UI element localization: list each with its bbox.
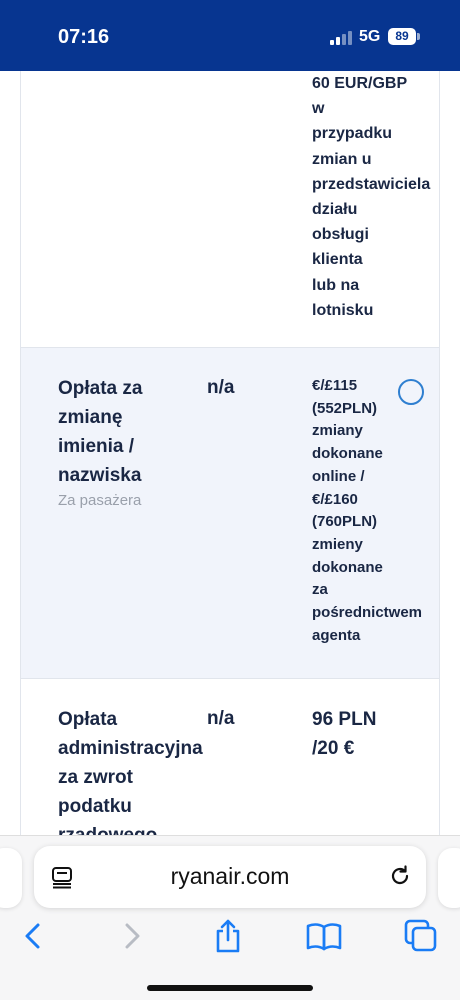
- price-line: lub na: [312, 276, 360, 294]
- fee-name-line: rządowego: [58, 821, 228, 835]
- network-type: 5G: [359, 28, 381, 45]
- price-line: przypadku: [312, 125, 393, 143]
- fee-price-cell: 60 EUR/GBP w przypadku zmian u przedstaw…: [312, 71, 447, 323]
- forward-button[interactable]: [112, 916, 152, 956]
- price-line: za: [312, 581, 328, 599]
- bookmarks-button[interactable]: [304, 916, 344, 956]
- back-icon: [25, 923, 40, 949]
- bookmarks-icon: [306, 923, 342, 951]
- price-line: zmian u: [312, 150, 372, 168]
- price-line: 96 PLN: [312, 709, 377, 730]
- home-indicator[interactable]: [147, 985, 313, 991]
- fee-name: Opłata za zmianę imienia / nazwiska: [58, 374, 208, 490]
- address-bar[interactable]: ryanair.com: [34, 846, 426, 908]
- share-icon: [216, 919, 240, 953]
- fee-name-line: Opłata: [58, 709, 118, 730]
- fee-name-line: administracyjna: [58, 738, 203, 759]
- fee-online-value: n/a: [207, 377, 235, 398]
- fee-name-line: imienia /: [58, 436, 135, 457]
- fee-row-continuation: 60 EUR/GBP w przypadku zmian u przedstaw…: [20, 71, 440, 348]
- fee-price-cell: 96 PLN /20 €: [312, 705, 447, 763]
- price-line: 60 EUR/GBP: [312, 75, 408, 92]
- fee-name-line: Opłata za: [58, 378, 143, 399]
- back-button[interactable]: [13, 916, 53, 956]
- fee-name-line: za zwrot: [58, 767, 133, 788]
- status-bar: 07:16 5G 89: [0, 0, 460, 71]
- price-line: klienta: [312, 251, 363, 269]
- status-time: 07:16: [58, 26, 110, 48]
- price-line: przedstawiciela: [312, 175, 431, 193]
- price-line: agenta: [312, 626, 361, 644]
- price-line: (760PLN): [312, 513, 378, 531]
- share-button[interactable]: [208, 916, 248, 956]
- price-line: zmieny: [312, 535, 363, 553]
- price-line: zmiany: [312, 422, 363, 440]
- fee-name-line: zmianę: [58, 407, 123, 428]
- tabs-button[interactable]: [401, 916, 441, 956]
- fee-price-cell: €/£115 (552PLN) zmiany dokonane online /…: [312, 375, 447, 647]
- reload-icon[interactable]: [388, 864, 412, 888]
- browser-toolbar: ryanair.com: [0, 835, 460, 1000]
- price-line: €/£115: [312, 377, 358, 394]
- price-line: pośrednictwem: [312, 604, 423, 622]
- battery-tip: [417, 33, 420, 40]
- fee-name-line: podatku: [58, 796, 132, 817]
- tabs-icon: [404, 919, 437, 952]
- fee-online-value: n/a: [207, 708, 235, 729]
- next-tab-preview[interactable]: [438, 848, 460, 908]
- price-line: dokonane: [312, 445, 383, 463]
- forward-icon: [125, 923, 140, 949]
- fee-row-name-change: Opłata za zmianę imienia / nazwiska Za p…: [20, 348, 440, 679]
- url-text[interactable]: ryanair.com: [34, 863, 426, 890]
- fee-name: Opłata administracyjna za zwrot podatku …: [58, 705, 228, 835]
- price-line: (552PLN): [312, 399, 378, 417]
- select-radio-button[interactable]: [398, 379, 424, 405]
- previous-tab-preview[interactable]: [0, 848, 22, 908]
- price-line: lotnisku: [312, 301, 374, 319]
- cellular-signal-icon: [330, 31, 352, 45]
- fee-name-line: nazwiska: [58, 465, 142, 486]
- price-line: działu: [312, 201, 358, 219]
- price-line: €/£160: [312, 490, 358, 508]
- battery-icon: 89: [388, 28, 416, 45]
- fee-row-tax-refund: Opłata administracyjna za zwrot podatku …: [20, 679, 440, 835]
- price-line: online /: [312, 467, 365, 485]
- price-line: obsługi: [312, 226, 369, 244]
- page-content[interactable]: 60 EUR/GBP w przypadku zmian u przedstaw…: [0, 71, 460, 835]
- price-line: /20 €: [312, 738, 355, 759]
- price-line: dokonane: [312, 558, 383, 576]
- price-line: w: [312, 100, 325, 118]
- fee-note: Za pasażera: [58, 492, 142, 509]
